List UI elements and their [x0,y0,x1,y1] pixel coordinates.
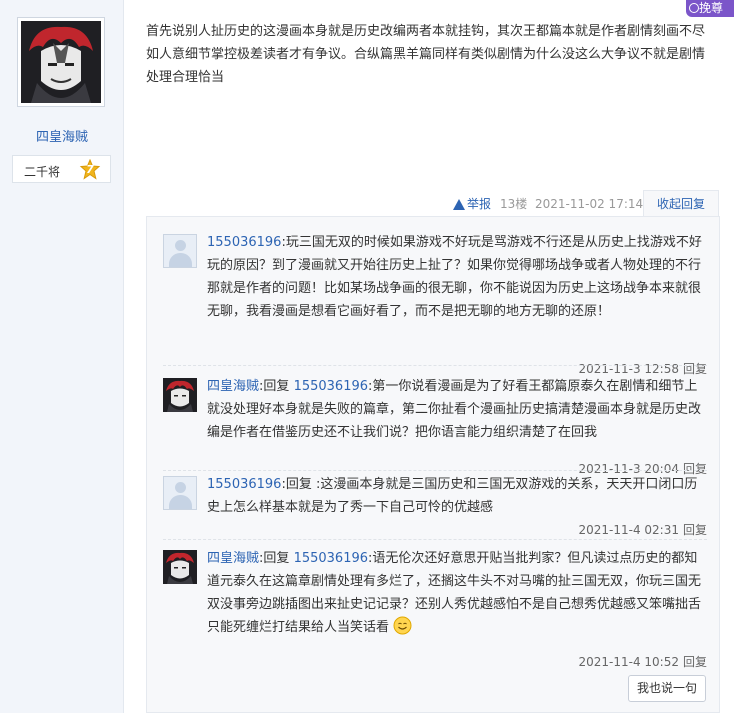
reply-username[interactable]: 155036196 [207,477,281,492]
tag-circle-icon [689,3,699,13]
reply-text: 四皇海贼:回复 155036196:第一你说看漫画是为了好看王都篇原泰久在剧情和… [207,375,707,444]
rank-level-number: 7 [86,163,94,176]
avatar[interactable] [163,378,197,412]
reply-button[interactable]: 回复 [683,655,707,669]
smile-emoji-icon [393,616,412,635]
divider [163,470,707,471]
rank-level-icon: 7 [79,158,101,181]
support-tag[interactable]: 挽尊 [686,0,734,17]
post-time: 2021-11-02 17:14 [535,197,644,211]
avatar-image [21,21,101,103]
reply-text: 155036196:回复 :这漫画本身就是三国历史和三国无双游戏的关系，天天开口… [207,473,707,519]
author-avatar[interactable] [17,17,105,107]
support-tag-label: 挽尊 [699,1,724,15]
user-head-icon [175,240,186,251]
floor-number: 13楼 [500,197,528,211]
reply-text: 155036196:玩三国无双的时候如果游戏不好玩是骂游戏不行还是从历史上找游戏… [207,231,707,323]
avatar[interactable] [163,234,197,268]
rank-name: 二千将 [24,165,61,179]
reply-button[interactable]: 回复 [683,523,707,537]
add-comment-button[interactable]: 我也说一句 [628,675,706,702]
reply-time: 2021-11-4 10:52 [578,655,679,669]
reply-meta: 2021-11-4 10:52 回复 [578,653,707,670]
author-rank-badge[interactable]: 二千将 7 [12,155,111,183]
divider [163,539,707,540]
reply-username[interactable]: 四皇海贼 [207,551,259,566]
divider [163,365,707,366]
author-sidebar: 四皇海贼 二千将 7 [0,0,124,713]
reply-list: 155036196:玩三国无双的时候如果游戏不好玩是骂游戏不行还是从历史上找游戏… [146,216,720,713]
reply-text: 四皇海贼:回复 155036196:语无伦次还好意思开贴当批判家？但凡读过点历史… [207,547,707,639]
avatar[interactable] [163,550,197,584]
report-link[interactable]: 举报 [453,195,491,213]
reply-target-user[interactable]: 155036196 [294,551,368,566]
reply-word: 回复 [263,379,290,394]
reply-username[interactable]: 四皇海贼 [207,379,259,394]
reply-time: 2021-11-4 02:31 [578,523,679,537]
post-content: 首先说别人扯历史的这漫画本身就是历史改编两者本就挂钩，其次王都篇本就是作者剧情刻… [146,24,706,85]
reply-username[interactable]: 155036196 [207,235,281,250]
author-username[interactable]: 四皇海贼 [0,126,124,145]
avatar[interactable] [163,476,197,510]
user-body-icon [169,253,192,267]
reply-word: 回复 [263,551,290,566]
collapse-replies-button[interactable]: 收起回复 [643,190,719,217]
user-body-icon [169,495,192,509]
warning-icon [453,199,465,210]
report-label: 举报 [467,197,492,211]
reply-target-user[interactable]: 155036196 [294,379,368,394]
reply-meta: 2021-11-4 02:31 回复 [578,521,707,538]
user-head-icon [175,482,186,493]
